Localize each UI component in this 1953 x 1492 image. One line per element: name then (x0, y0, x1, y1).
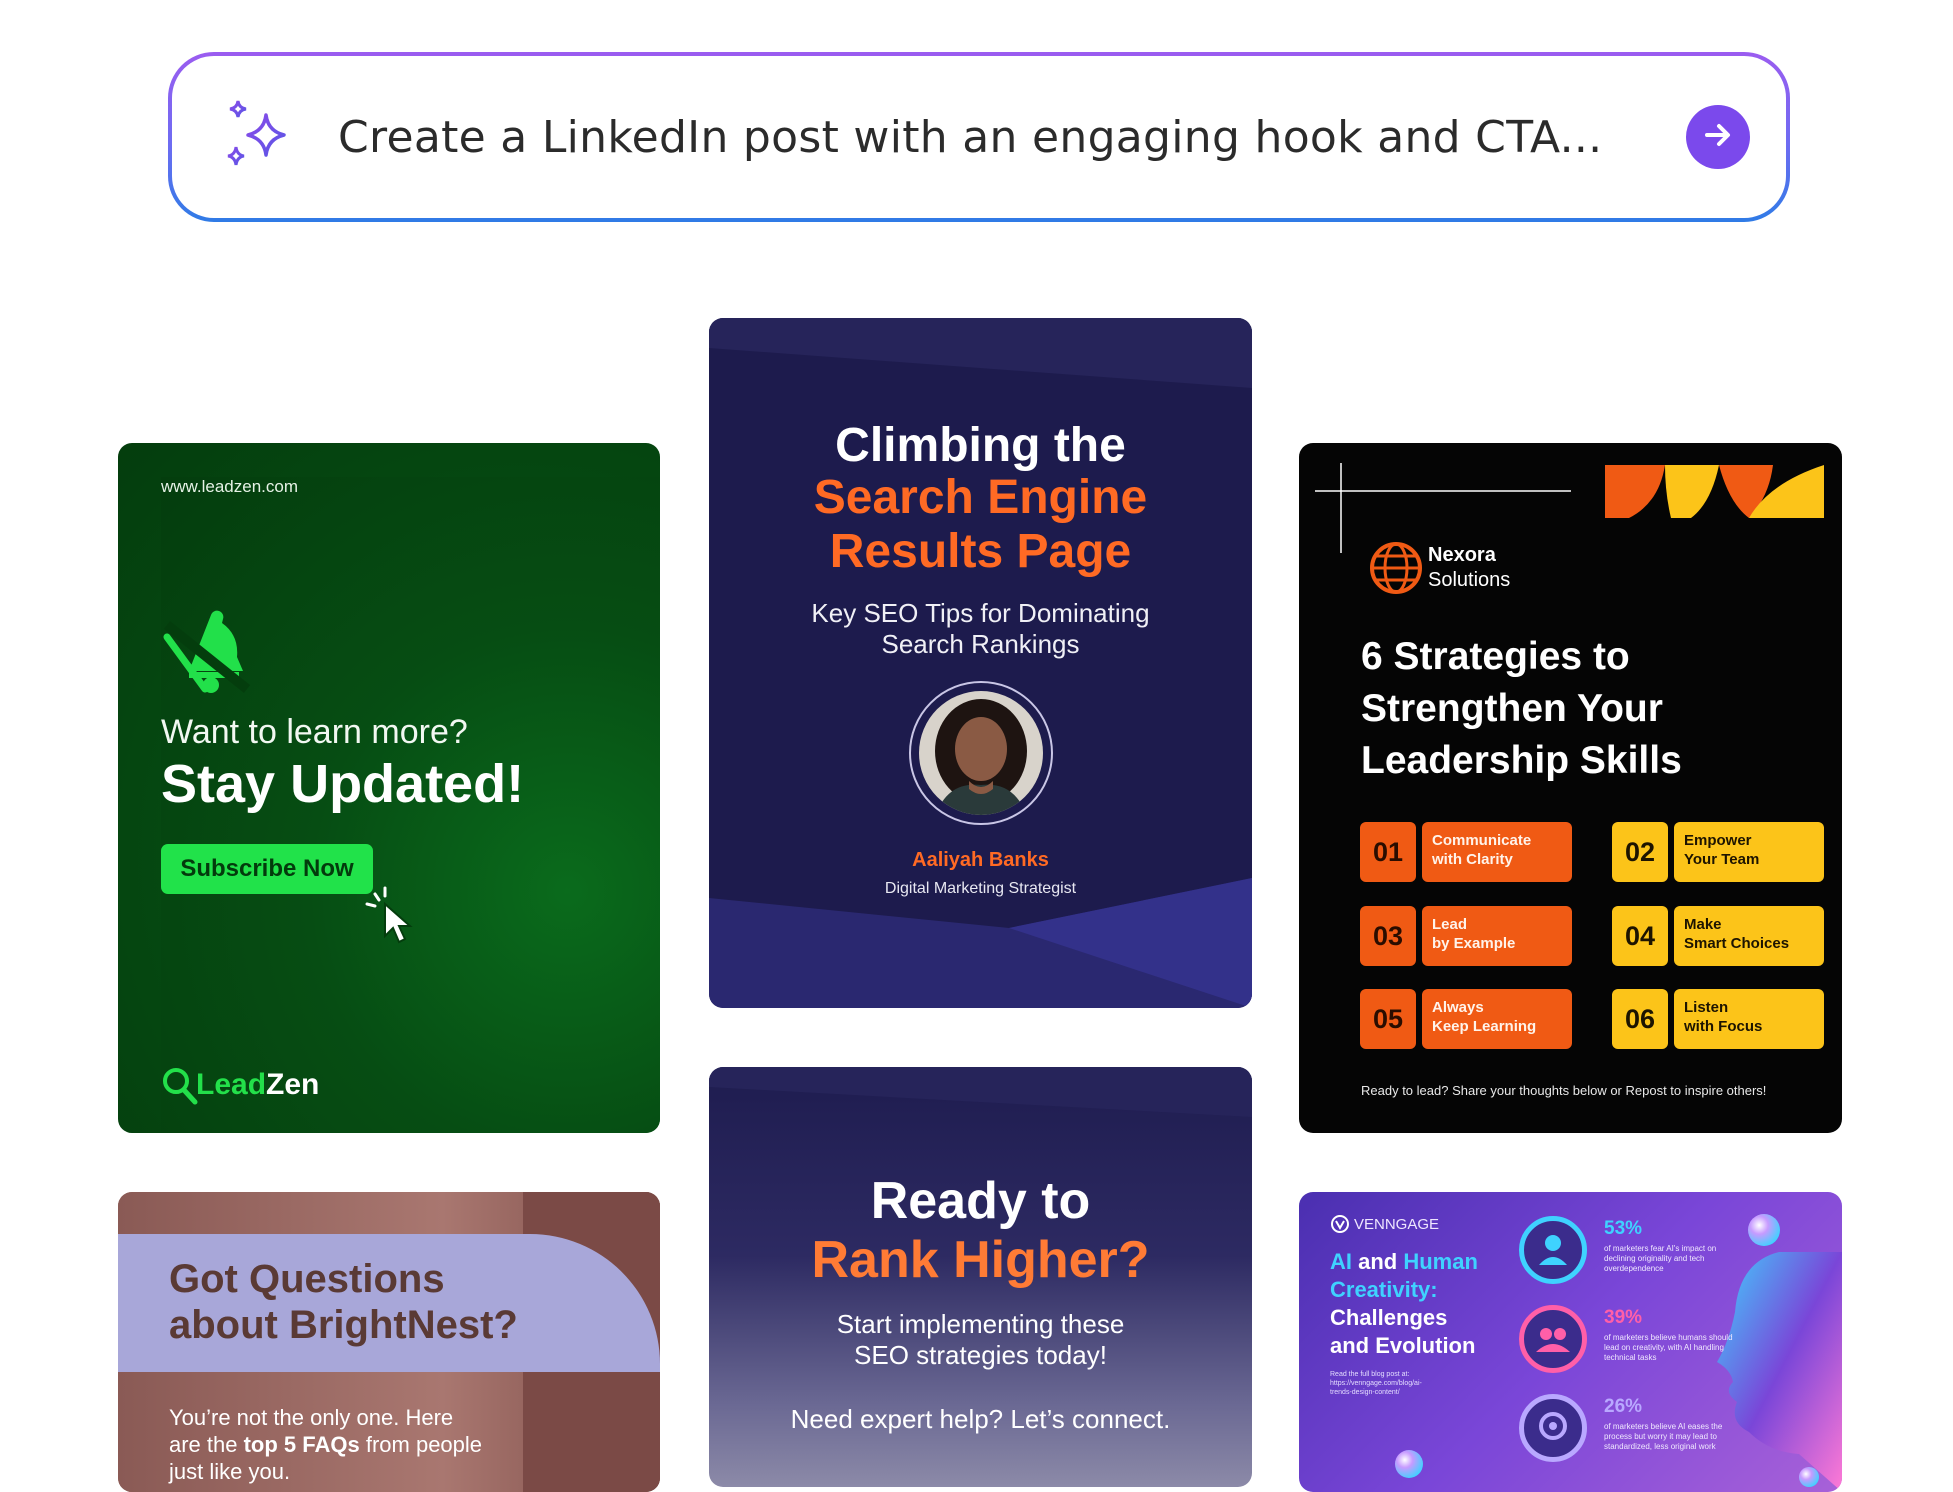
seo-title-line3: Results Page (829, 525, 1132, 578)
strategy-number: 02 (1612, 822, 1668, 882)
author-role: Digital Marketing Strategist (884, 880, 1077, 897)
person-icon (1519, 1216, 1587, 1284)
venngage-title: AI and Human Creativity: Challenges and … (1330, 1248, 1478, 1360)
title-line3: Leadership Skills (1361, 739, 1682, 782)
strategy-number: 05 (1360, 989, 1416, 1049)
decorative-shapes (1315, 463, 1824, 553)
stat-percent: 53% (1604, 1218, 1643, 1239)
brightnest-body: You’re not the only one. Here are the to… (169, 1404, 482, 1485)
title-line1: AI and Human (1330, 1249, 1478, 1274)
brightnest-title: Got Questions about BrightNest? (169, 1256, 518, 1348)
group-icon (1519, 1305, 1587, 1373)
body-line2: are the top 5 FAQs from people (169, 1432, 483, 1457)
seo-title-line1: Climbing the (835, 419, 1126, 472)
strategy-text: Listen with Focus (1674, 989, 1824, 1049)
prompt-bar-inner: Create a LinkedIn post with an engaging … (172, 56, 1786, 218)
strategy-number: 06 (1612, 989, 1668, 1049)
strategy-text: Make Smart Choices (1674, 906, 1824, 966)
strategy-text: Always Keep Learning (1422, 989, 1572, 1049)
venngage-read-more: Read the full blog post at: https://venn… (1330, 1371, 1422, 1396)
stat-description: of marketers believe humans should lead … (1604, 1333, 1733, 1362)
strategy-text: Communicate with Clarity (1422, 822, 1572, 882)
strategy-number: 03 (1360, 906, 1416, 966)
rank-subtitle-line2: SEO strategies today! (854, 1340, 1107, 1370)
body-line3: just like you. (169, 1459, 291, 1484)
stat-percent: 39% (1604, 1307, 1643, 1328)
subscribe-button: Subscribe Now (161, 844, 373, 894)
venngage-logo-icon (1330, 1214, 1350, 1239)
strategy-item: 06 Listen with Focus (1612, 989, 1824, 1049)
rank-cta: Need expert help? Let’s connect. (790, 1404, 1171, 1434)
title-line2: about BrightNest? (169, 1303, 518, 1347)
cursor-click-icon (363, 886, 419, 951)
title-line4: and Evolution (1330, 1333, 1476, 1358)
title-line2: Strengthen Your (1361, 687, 1663, 730)
strategy-item: 01 Communicate with Clarity (1360, 822, 1572, 882)
template-card-seo[interactable]: Climbing the Search Engine Results Page … (709, 318, 1252, 1008)
strategy-item: 04 Make Smart Choices (1612, 906, 1824, 966)
stat-percent: 26% (1604, 1396, 1643, 1417)
strategy-number: 01 (1360, 822, 1416, 882)
strategy-item: 02 Empower Your Team (1612, 822, 1824, 882)
strategy-item: 03 Lead by Example (1360, 906, 1572, 966)
stat-description: of marketers believe AI eases the proces… (1604, 1422, 1723, 1451)
prompt-bar[interactable]: Create a LinkedIn post with an engaging … (168, 52, 1790, 222)
card-headline: Stay Updated! (161, 754, 525, 814)
template-card-brightnest[interactable]: Got Questions about BrightNest? You’re n… (118, 1192, 660, 1492)
leadzen-logo: LeadZen (196, 1068, 319, 1102)
send-button[interactable] (1686, 105, 1750, 169)
prompt-input[interactable]: Create a LinkedIn post with an engaging … (338, 112, 1686, 163)
arrow-right-icon (1700, 117, 1736, 158)
bell-off-icon (161, 605, 253, 702)
brand-line1: Nexora (1428, 544, 1496, 566)
avatar (919, 691, 1043, 815)
avatar-ring (909, 681, 1053, 825)
brand-line2: Solutions (1428, 569, 1511, 591)
title-line1: 6 Strategies to (1361, 635, 1630, 678)
seo-title-line2: Search Engine (813, 471, 1148, 524)
template-card-nexora[interactable]: Nexora Solutions 6 Strategies to Strengt… (1299, 443, 1842, 1133)
globe-icon (1369, 541, 1423, 600)
sparkles-icon (222, 99, 294, 176)
seo-subtitle-line2: Search Rankings (881, 629, 1080, 659)
nexora-title: 6 Strategies to Strengthen Your Leadersh… (1361, 631, 1682, 787)
background-shapes (709, 1067, 1252, 1117)
template-card-rank-higher[interactable]: Ready to Rank Higher? Start implementing… (709, 1067, 1252, 1487)
strategy-text: Lead by Example (1422, 906, 1572, 966)
brand-lead: Lead (196, 1068, 267, 1101)
template-card-leadzen[interactable]: www.leadzen.com Want to learn more? Stay… (118, 443, 660, 1133)
title-line2: Creativity: (1330, 1277, 1438, 1302)
strategy-item: 05 Always Keep Learning (1360, 989, 1572, 1049)
strategy-number: 04 (1612, 906, 1668, 966)
magnifier-icon (161, 1066, 199, 1111)
nexora-brand: Nexora Solutions (1428, 543, 1510, 593)
title-line3: Challenges (1330, 1305, 1448, 1330)
rank-title-line2: Rank Higher? (811, 1231, 1150, 1289)
body-line1: You’re not the only one. Here (169, 1405, 454, 1430)
venngage-brand: VENNGAGE (1354, 1216, 1440, 1233)
rank-title-line1: Ready to (870, 1172, 1091, 1230)
brand-zen: Zen (266, 1068, 320, 1101)
title-line1: Got Questions (169, 1257, 445, 1301)
stat-description: of marketers fear AI's impact on declini… (1604, 1244, 1717, 1273)
brain-icon (1519, 1394, 1587, 1462)
seo-subtitle-line1: Key SEO Tips for Dominating (811, 598, 1150, 628)
author-name: Aaliyah Banks (912, 849, 1049, 871)
nexora-footer: Ready to lead? Share your thoughts below… (1361, 1083, 1767, 1098)
card-question: Want to learn more? (161, 713, 468, 751)
rank-subtitle-line1: Start implementing these (836, 1309, 1125, 1339)
strategy-text: Empower Your Team (1674, 822, 1824, 882)
template-card-venngage[interactable]: VENNGAGE AI and Human Creativity: Challe… (1299, 1192, 1842, 1492)
